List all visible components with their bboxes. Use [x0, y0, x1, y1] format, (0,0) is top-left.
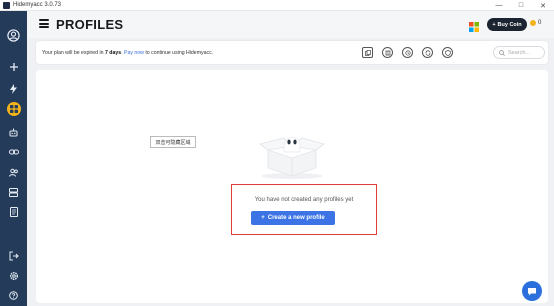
- plan-notice-text: Your plan will be expired in 7 days. Pay…: [42, 50, 213, 56]
- empty-state-highlight-box: [231, 184, 377, 235]
- window-controls: — □ ✕: [488, 0, 554, 11]
- copy-icon[interactable]: [362, 47, 373, 58]
- close-button[interactable]: ✕: [532, 0, 554, 11]
- lightning-icon[interactable]: [4, 81, 23, 97]
- logout-icon[interactable]: [4, 248, 23, 264]
- window-titlebar: Hidemyacc 3.0.73 — □ ✕: [0, 0, 554, 11]
- plan-notice-bar: Your plan will be expired in 7 days. Pay…: [36, 41, 548, 64]
- create-new-profile-label: Create a new profile: [267, 215, 325, 221]
- pay-now-link[interactable]: Pay now: [124, 50, 144, 56]
- sidebar: [0, 11, 27, 306]
- chat-icon: [528, 287, 536, 295]
- menu-icon[interactable]: [39, 19, 49, 28]
- help-icon[interactable]: [4, 287, 23, 303]
- link-icon[interactable]: [4, 144, 23, 160]
- window-title: Hidemyacc 3.0.73: [13, 2, 62, 8]
- minimize-button[interactable]: —: [488, 0, 510, 11]
- page-title: PROFILES: [56, 17, 124, 32]
- coin-icon: [530, 20, 536, 26]
- database-icon[interactable]: [4, 184, 23, 200]
- app-logo-icon: [3, 1, 10, 9]
- create-new-profile-button[interactable]: + Create a new profile: [251, 211, 335, 225]
- search-input[interactable]: [508, 49, 544, 56]
- buy-coin-button[interactable]: + Buy Coin: [487, 18, 527, 31]
- page-header: PROFILES + Buy Coin 0: [27, 11, 554, 38]
- maximize-button[interactable]: □: [510, 0, 532, 11]
- search-box[interactable]: [493, 46, 545, 59]
- empty-box-ghost-illustration: [259, 136, 325, 179]
- buy-coin-label: Buy Coin: [497, 21, 522, 28]
- notice-days: 7 days: [104, 50, 122, 56]
- notice-prefix: Your plan will be expired in: [42, 50, 105, 56]
- plus-icon: +: [492, 21, 496, 28]
- grid-icon[interactable]: [4, 101, 23, 117]
- plugin-icon[interactable]: [382, 47, 393, 58]
- document-icon[interactable]: [4, 204, 23, 220]
- sync-icon[interactable]: [422, 47, 433, 58]
- plus-icon[interactable]: [4, 59, 23, 75]
- chat-support-button[interactable]: [522, 281, 542, 301]
- history-icon[interactable]: [402, 47, 413, 58]
- empty-state-message: You have not created any profiles yet: [254, 197, 354, 203]
- plus-icon: +: [261, 215, 265, 221]
- user-circle-icon[interactable]: [4, 27, 23, 43]
- floating-hide-area-label[interactable]: 双击可隐藏区域: [150, 136, 196, 148]
- search-icon: [499, 49, 505, 56]
- users-icon[interactable]: [4, 164, 23, 180]
- robot-icon[interactable]: [4, 124, 23, 140]
- coin-balance-value: 0: [538, 20, 542, 26]
- store-icon[interactable]: [469, 19, 479, 32]
- coin-balance: 0: [530, 20, 541, 26]
- notice-suffix: to continue using Hidemyacc.: [143, 50, 214, 56]
- gear-icon[interactable]: [4, 268, 23, 284]
- shield-icon[interactable]: [442, 47, 453, 58]
